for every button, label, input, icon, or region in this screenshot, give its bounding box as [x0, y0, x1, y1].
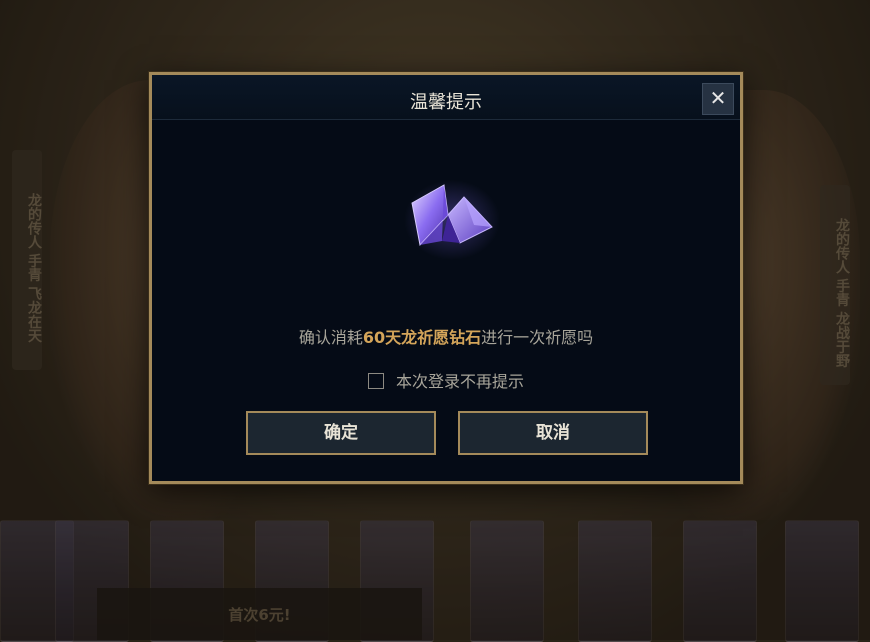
dialog-title: 温馨提示	[410, 92, 482, 113]
item-name-highlight: 60天龙祈愿钻石	[362, 328, 482, 347]
remember-option[interactable]: 本次登录不再提示	[152, 368, 740, 392]
message-suffix: 进行一次祈愿吗	[481, 328, 594, 347]
confirm-message: 确认消耗60天龙祈愿钻石进行一次祈愿吗	[152, 324, 740, 348]
confirm-button[interactable]: 确定	[246, 411, 436, 455]
confirm-dialog: 温馨提示 ✕ 确认消耗60天龙祈愿钻石进行一次祈愿吗 本次登录不再提示 确定 取…	[149, 72, 743, 484]
message-prefix: 确认消耗	[298, 328, 363, 347]
dialog-header: 温馨提示 ✕	[152, 75, 740, 120]
dont-remind-checkbox[interactable]	[367, 373, 384, 389]
cancel-button[interactable]: 取消	[458, 411, 648, 455]
crystal-gem-icon	[402, 175, 502, 265]
close-button[interactable]: ✕	[702, 83, 734, 115]
dont-remind-label[interactable]: 本次登录不再提示	[396, 372, 524, 391]
